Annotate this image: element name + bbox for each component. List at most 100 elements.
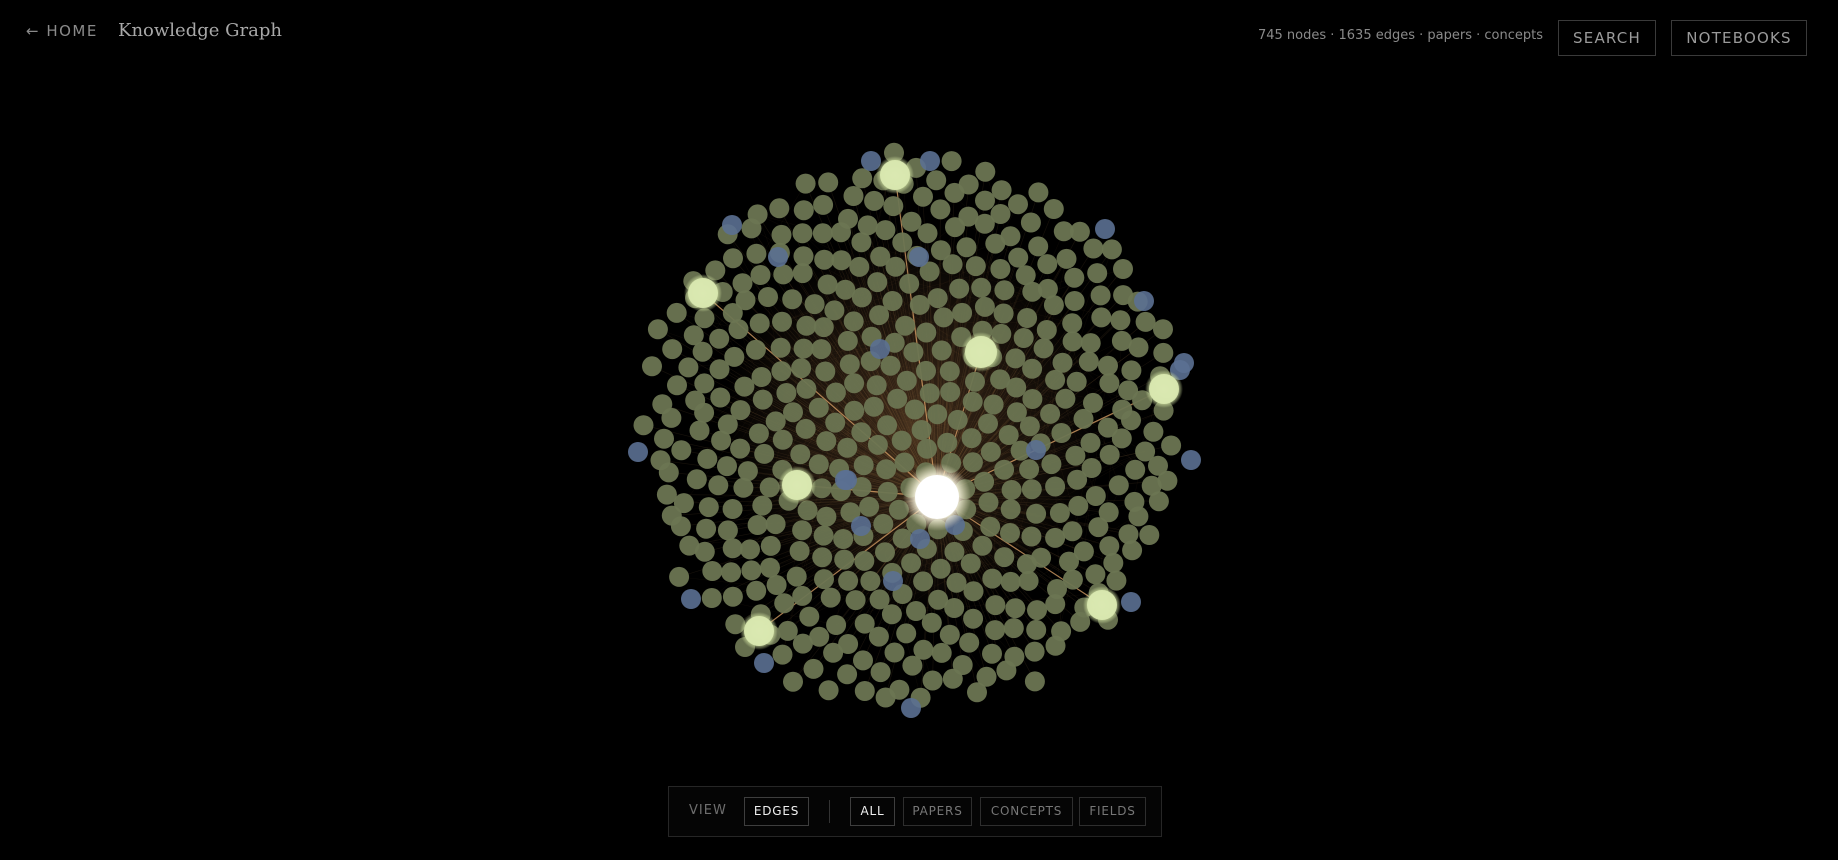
paper-node[interactable] <box>1062 313 1083 334</box>
paper-node[interactable] <box>711 430 732 451</box>
paper-node[interactable] <box>815 361 836 382</box>
paper-node[interactable] <box>922 670 943 691</box>
paper-node[interactable] <box>946 572 967 593</box>
paper-node[interactable] <box>1040 403 1061 424</box>
paper-node[interactable] <box>891 430 912 451</box>
paper-node[interactable] <box>1020 212 1041 233</box>
concept-node[interactable] <box>901 698 921 718</box>
concept-node[interactable] <box>909 247 929 267</box>
paper-node[interactable] <box>990 259 1011 279</box>
paper-node[interactable] <box>758 287 778 307</box>
paper-node[interactable] <box>875 542 895 563</box>
paper-node[interactable] <box>1000 226 1021 247</box>
paper-node[interactable] <box>826 615 847 635</box>
paper-node[interactable] <box>834 549 855 570</box>
paper-node[interactable] <box>958 174 979 195</box>
paper-node[interactable] <box>962 452 983 473</box>
paper-node[interactable] <box>857 215 878 236</box>
paper-node[interactable] <box>1024 641 1045 662</box>
paper-node[interactable] <box>849 256 870 277</box>
paper-node[interactable] <box>887 388 908 409</box>
paper-node[interactable] <box>870 662 891 683</box>
paper-node[interactable] <box>940 382 961 402</box>
paper-node[interactable] <box>814 249 835 270</box>
paper-node[interactable] <box>853 650 873 671</box>
paper-node[interactable] <box>1143 421 1164 442</box>
paper-node[interactable] <box>825 382 846 403</box>
paper-node[interactable] <box>939 361 960 382</box>
paper-node[interactable] <box>808 454 829 475</box>
paper-node[interactable] <box>1027 600 1047 621</box>
paper-node[interactable] <box>1000 499 1021 520</box>
paper-node[interactable] <box>1017 308 1038 328</box>
filter-concepts-button[interactable]: CONCEPTS <box>980 797 1073 826</box>
paper-node[interactable] <box>1103 552 1124 573</box>
paper-node[interactable] <box>1085 486 1106 506</box>
paper-node[interactable] <box>792 585 813 606</box>
paper-node[interactable] <box>939 624 960 645</box>
paper-node[interactable] <box>694 373 715 394</box>
paper-node[interactable] <box>642 356 662 377</box>
paper-node[interactable] <box>843 186 864 206</box>
paper-node[interactable] <box>749 313 770 334</box>
paper-node[interactable] <box>685 390 706 411</box>
paper-node[interactable] <box>661 505 682 526</box>
paper-node[interactable] <box>956 237 977 258</box>
paper-node[interactable] <box>772 311 792 332</box>
paper-node[interactable] <box>967 682 987 703</box>
paper-node[interactable] <box>752 389 773 410</box>
paper-node[interactable] <box>1064 267 1085 288</box>
paper-node[interactable] <box>937 432 958 453</box>
paper-node[interactable] <box>782 289 803 310</box>
paper-node[interactable] <box>1005 348 1026 369</box>
paper-node[interactable] <box>689 420 710 441</box>
paper-node[interactable] <box>839 354 860 375</box>
paper-node[interactable] <box>959 632 980 653</box>
paper-node[interactable] <box>944 541 965 562</box>
paper-node[interactable] <box>1021 526 1042 547</box>
paper-node[interactable] <box>994 459 1015 480</box>
paper-node[interactable] <box>765 514 786 535</box>
paper-node[interactable] <box>876 459 897 480</box>
paper-node[interactable] <box>1113 259 1133 279</box>
paper-node[interactable] <box>931 340 952 361</box>
paper-node[interactable] <box>1108 475 1129 496</box>
paper-node[interactable] <box>877 481 898 502</box>
paper-node[interactable] <box>760 535 781 556</box>
paper-node[interactable] <box>709 328 730 349</box>
paper-node[interactable] <box>820 587 841 608</box>
paper-node[interactable] <box>1087 263 1108 284</box>
concept-node[interactable] <box>837 470 857 490</box>
paper-node[interactable] <box>917 223 938 244</box>
paper-node[interactable] <box>813 317 834 338</box>
paper-node[interactable] <box>881 604 902 625</box>
paper-node[interactable] <box>913 571 934 592</box>
paper-node[interactable] <box>723 248 743 269</box>
paper-node[interactable] <box>766 575 787 595</box>
paper-node[interactable] <box>1090 285 1111 306</box>
paper-node[interactable] <box>1062 569 1083 590</box>
paper-node[interactable] <box>963 608 984 629</box>
paper-node[interactable] <box>818 680 839 701</box>
paper-node[interactable] <box>877 415 898 436</box>
concept-node[interactable] <box>910 529 930 549</box>
paper-node[interactable] <box>678 357 699 378</box>
paper-node[interactable] <box>1080 333 1101 354</box>
paper-node[interactable] <box>812 223 833 244</box>
paper-node[interactable] <box>750 265 771 285</box>
paper-node[interactable] <box>795 418 816 439</box>
paper-node[interactable] <box>971 277 992 298</box>
paper-node[interactable] <box>927 404 948 425</box>
paper-node[interactable] <box>990 204 1011 224</box>
paper-node[interactable] <box>1153 342 1174 363</box>
paper-node[interactable] <box>772 429 793 450</box>
filter-fields-button[interactable]: FIELDS <box>1079 797 1146 826</box>
paper-node[interactable] <box>732 273 753 294</box>
paper-node[interactable] <box>892 528 913 549</box>
paper-node[interactable] <box>1139 525 1160 545</box>
paper-node[interactable] <box>902 655 923 676</box>
concept-node[interactable] <box>920 151 940 171</box>
paper-node[interactable] <box>1098 355 1118 376</box>
paper-node[interactable] <box>669 566 690 587</box>
paper-node[interactable] <box>765 411 786 432</box>
